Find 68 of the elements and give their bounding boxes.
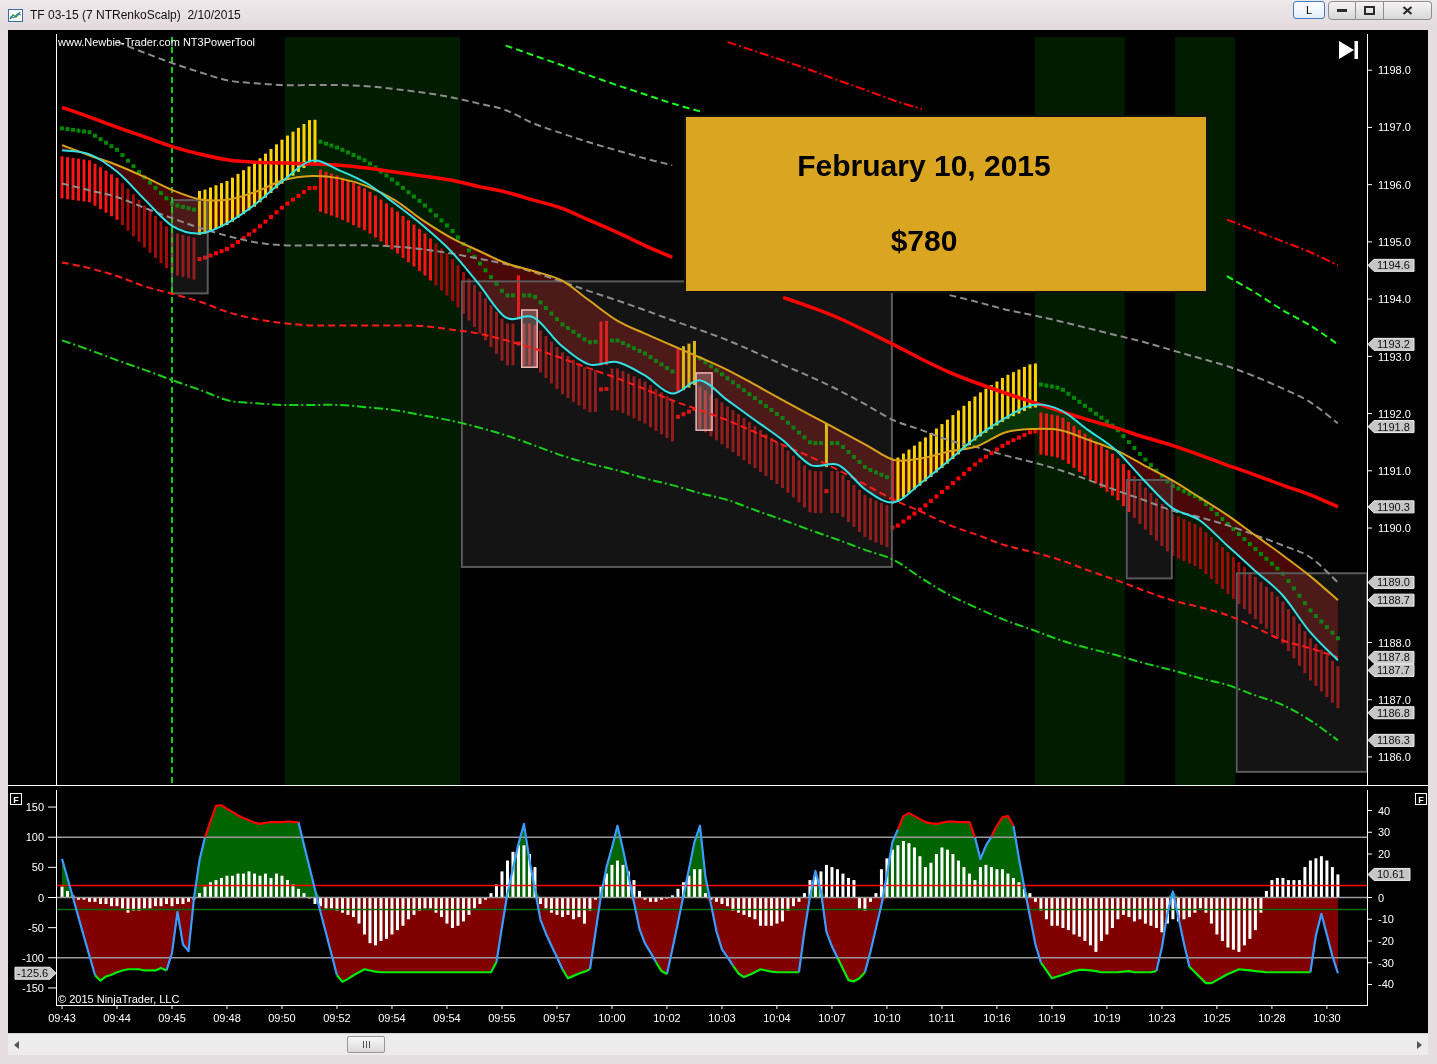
time-axis-label: 09:48 [213, 1012, 241, 1024]
value-axis-label: -150 [21, 981, 44, 994]
value-axis-label: -40 [1378, 978, 1394, 991]
value-tag: -125.6 [14, 966, 57, 980]
price-tag: 1188.7 [1367, 593, 1415, 607]
time-axis-label: 09:57 [543, 1012, 571, 1024]
value-axis-label: 30 [1378, 826, 1391, 839]
time-axis-label: 10:19 [1093, 1012, 1121, 1024]
note-value: $780 [890, 224, 958, 258]
value-axis-label: 0 [37, 891, 44, 904]
time-axis-label: 10:02 [653, 1012, 681, 1024]
value-axis-label: 50 [31, 861, 44, 874]
time-axis-label: 09:54 [433, 1012, 461, 1024]
time-axis-label: 09:44 [103, 1012, 131, 1024]
window-title: TF 03-15 (7 NTRenkoScalp) 2/10/2015 [30, 8, 241, 22]
price-axis-label: 1194.0 [1378, 293, 1411, 306]
price-tag: 1187.8 [1367, 650, 1415, 664]
time-axis-label: 09:50 [268, 1012, 296, 1024]
time-axis-label: 10:16 [983, 1012, 1011, 1024]
value-axis-label: -50 [28, 921, 44, 934]
value-axis-label: 0 [1378, 891, 1385, 904]
price-axis-label: 1192.0 [1378, 407, 1411, 420]
price-axis-label: 1198.0 [1378, 64, 1411, 77]
price-axis-label: 1190.0 [1378, 522, 1411, 535]
time-axis-label: 09:52 [323, 1012, 351, 1024]
time-axis-label: 10:30 [1313, 1012, 1341, 1024]
price-axis-label: 1193.0 [1378, 351, 1411, 364]
price-axis-label: 1197.0 [1378, 121, 1411, 134]
chart-caption: www.Newbie-Trader.com NT3PowerTool [58, 36, 256, 48]
time-axis-label: 09:55 [488, 1012, 516, 1024]
price-tag: 1194.6 [1367, 258, 1415, 272]
price-axis-label: 1187.0 [1378, 693, 1411, 706]
price-tag: 1189.0 [1367, 575, 1415, 589]
time-axis-label: 10:07 [818, 1012, 846, 1024]
price-axis-label: 1196.0 [1378, 178, 1411, 191]
time-axis-label: 10:11 [928, 1012, 956, 1024]
time-axis-label: 10:19 [1038, 1012, 1066, 1024]
time-axis-label: 10:04 [763, 1012, 791, 1024]
time-axis-label: 10:25 [1203, 1012, 1231, 1024]
time-axis-label: 09:45 [158, 1012, 186, 1024]
value-axis-label: -30 [1378, 956, 1394, 969]
price-tag: 1191.8 [1367, 420, 1415, 434]
price-axis-label: 1188.0 [1378, 636, 1411, 649]
price-tag: 1187.7 [1367, 663, 1415, 677]
note-title: February 10, 2015 [797, 149, 1051, 183]
time-axis-label: 09:54 [378, 1012, 406, 1024]
time-axis-label: 10:10 [873, 1012, 901, 1024]
price-tag: 1186.3 [1367, 733, 1415, 747]
value-axis-label: 150 [25, 801, 44, 814]
value-tag: 10.61 [1367, 867, 1411, 881]
price-axis-label: 1195.0 [1378, 235, 1411, 248]
value-axis-label: 20 [1378, 848, 1391, 860]
price-tag: 1190.3 [1367, 500, 1415, 514]
price-axis-label: 1186.0 [1378, 750, 1411, 763]
time-axis-label: 10:23 [1148, 1012, 1176, 1024]
copyright-text: © 2015 NinjaTrader, LLC [58, 993, 180, 1005]
time-axis-label: 10:03 [708, 1012, 736, 1024]
price-axis-label: 1191.0 [1378, 464, 1411, 477]
value-axis-label: -10 [1378, 913, 1394, 926]
time-axis-label: 10:28 [1258, 1012, 1286, 1024]
value-axis-label: 40 [1378, 804, 1391, 817]
value-axis-label: -100 [21, 951, 44, 964]
price-tag: 1193.2 [1367, 337, 1415, 351]
price-tag: 1186.8 [1367, 706, 1415, 720]
value-axis-label: -20 [1378, 935, 1394, 947]
time-axis-label: 10:00 [598, 1012, 626, 1024]
time-axis-label: 09:43 [48, 1012, 76, 1024]
value-axis-label: 100 [25, 831, 44, 844]
